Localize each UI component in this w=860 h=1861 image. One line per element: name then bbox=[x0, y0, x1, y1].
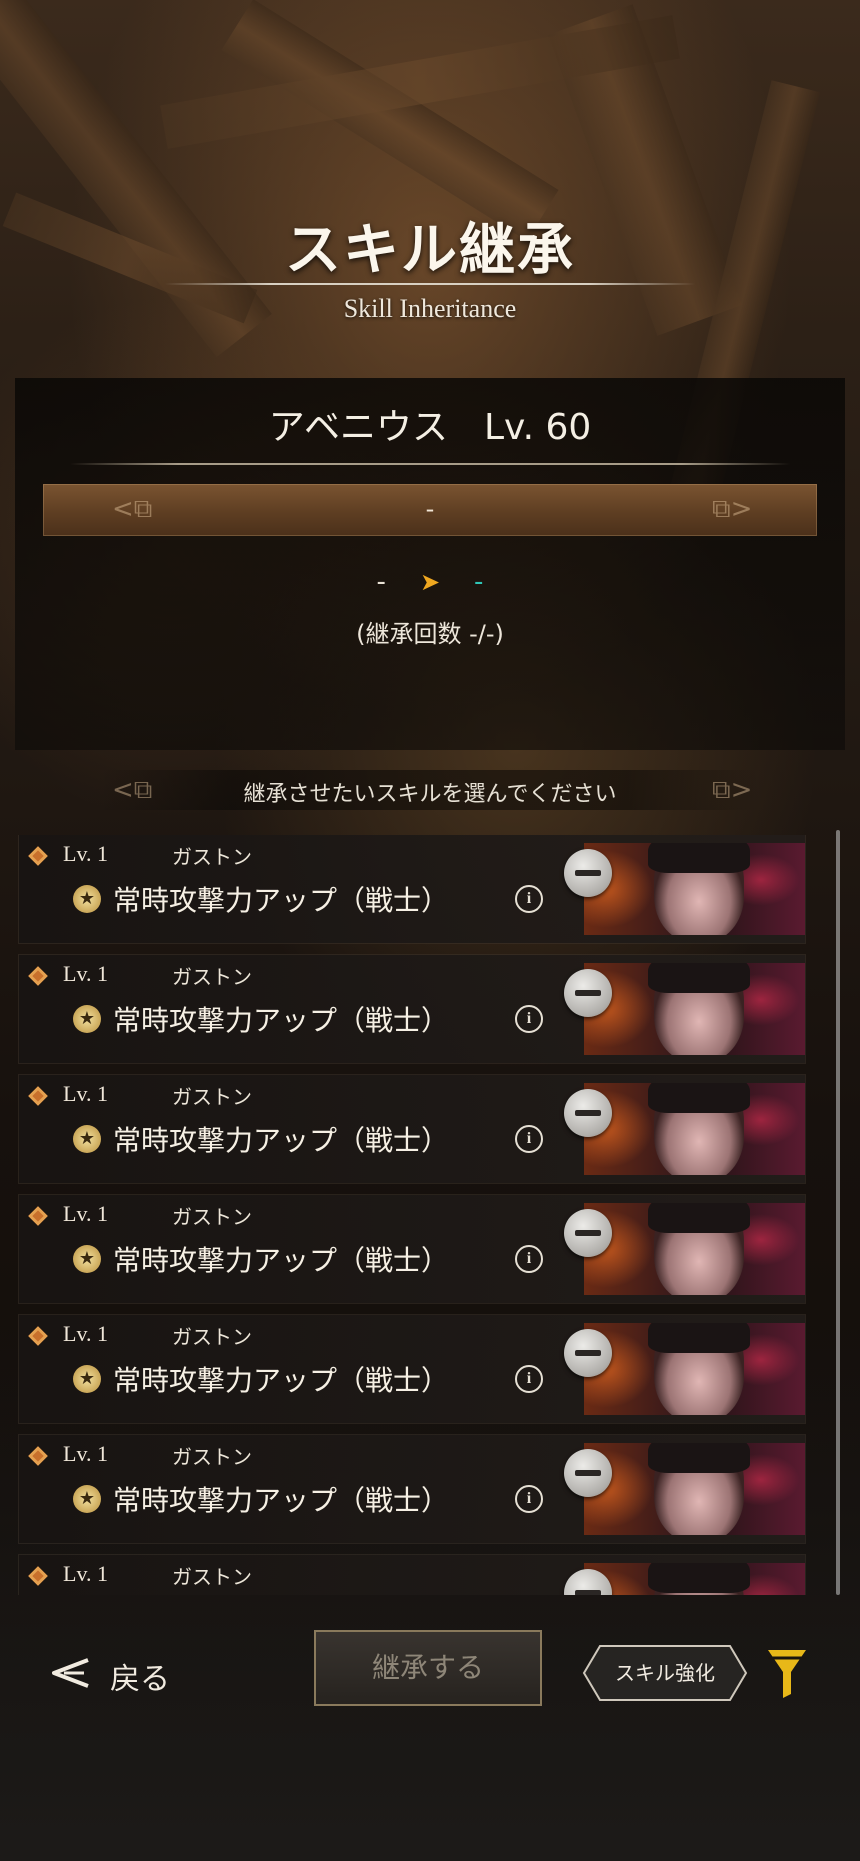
skill-row[interactable]: Lv. 1 ガストン ★ 常時攻撃力アップ（戦士） i bbox=[19, 955, 805, 1063]
character-portrait bbox=[584, 1323, 805, 1415]
star-icon: ★ bbox=[73, 1245, 101, 1273]
skill-row[interactable]: Lv. 1 ガストン ★ 常時攻撃力アップ（戦士） i bbox=[19, 1195, 805, 1303]
transfer-indicator: - ➤ - bbox=[0, 567, 860, 597]
info-icon[interactable]: i bbox=[515, 885, 543, 913]
level-gem-icon bbox=[28, 1446, 48, 1466]
minus-icon[interactable] bbox=[564, 1089, 612, 1137]
minus-icon[interactable] bbox=[564, 849, 612, 897]
inheritance-count: (継承回数 -/-) bbox=[356, 620, 504, 648]
back-arrow-icon bbox=[52, 1658, 89, 1688]
transfer-from: - bbox=[376, 567, 386, 597]
skill-owner: ガストン bbox=[172, 1445, 252, 1469]
skill-owner: ガストン bbox=[172, 845, 252, 869]
skill-name: 常時攻撃力アップ（戦士） bbox=[113, 1484, 450, 1517]
back-label: 戻る bbox=[110, 1662, 170, 1697]
star-icon: ★ bbox=[73, 1485, 101, 1513]
star-icon: ★ bbox=[73, 1005, 101, 1033]
skill-owner: ガストン bbox=[172, 1565, 252, 1589]
page-subtitle: Skill Inheritance bbox=[343, 294, 517, 323]
skill-level: Lv. 1 bbox=[63, 841, 109, 866]
character-portrait bbox=[584, 1563, 805, 1595]
skill-name: 常時攻撃力アップ（戦士） bbox=[113, 1244, 450, 1277]
character-portrait bbox=[584, 963, 805, 1055]
skill-name: 常時攻撃力アップ（戦士） bbox=[113, 1364, 450, 1397]
skill-row[interactable]: Lv. 1 ガストン ★ 常時攻撃力アップ（戦士） i bbox=[19, 1315, 805, 1423]
info-icon[interactable]: i bbox=[515, 1245, 543, 1273]
selected-skill-text: - bbox=[425, 495, 435, 523]
character-portrait bbox=[584, 1443, 805, 1535]
skill-level: Lv. 1 bbox=[63, 961, 109, 986]
title-divider bbox=[165, 283, 695, 285]
level-gem-icon bbox=[28, 846, 48, 866]
list-scrollbar[interactable] bbox=[836, 830, 840, 1595]
skill-owner: ガストン bbox=[172, 1325, 252, 1349]
level-gem-icon bbox=[28, 1326, 48, 1346]
page-title: スキル継承 bbox=[285, 218, 575, 283]
skill-name: 常時攻撃力アップ（戦士） bbox=[113, 884, 450, 917]
skill-owner: ガストン bbox=[172, 1085, 252, 1109]
skill-level: Lv. 1 bbox=[63, 1201, 109, 1226]
info-icon[interactable]: i bbox=[515, 1125, 543, 1153]
star-icon: ★ bbox=[73, 885, 101, 913]
inherit-button[interactable]: 継承する bbox=[314, 1630, 542, 1706]
skill-level: Lv. 1 bbox=[63, 1321, 109, 1346]
skill-row[interactable]: Lv. 1 ガストン ★ 常時攻撃力アップ（戦士） i bbox=[19, 835, 805, 943]
minus-icon[interactable] bbox=[564, 1449, 612, 1497]
skill-list[interactable]: Lv. 1 ガストン ★ 常時攻撃力アップ（戦士） i Lv. 1 ガストン ★… bbox=[15, 835, 815, 1595]
instruction-text: 継承させたいスキルを選んでください bbox=[243, 782, 617, 807]
transfer-to: - bbox=[474, 567, 484, 597]
level-gem-icon bbox=[28, 1086, 48, 1106]
skill-enhance-label: スキル強化 bbox=[615, 1661, 715, 1685]
transfer-arrow-icon: ➤ bbox=[419, 568, 441, 596]
skill-name: 常時攻撃力アップ（戦士） bbox=[113, 1004, 450, 1037]
minus-icon[interactable] bbox=[564, 1209, 612, 1257]
skill-owner: ガストン bbox=[172, 1205, 252, 1229]
star-icon: ★ bbox=[73, 1125, 101, 1153]
skill-owner: ガストン bbox=[172, 965, 252, 989]
character-name-level: アベニウス Lv. 60 bbox=[268, 407, 592, 448]
character-portrait bbox=[584, 1203, 805, 1295]
skill-name: 常時攻撃力アップ（戦士） bbox=[113, 1124, 450, 1157]
character-portrait bbox=[584, 1083, 805, 1175]
skill-enhance-button[interactable]: スキル強化 bbox=[582, 1644, 748, 1702]
level-gem-icon bbox=[28, 1206, 48, 1226]
skill-row[interactable]: Lv. 1 ガストン bbox=[19, 1555, 805, 1595]
skill-level: Lv. 1 bbox=[63, 1561, 109, 1586]
level-gem-icon bbox=[28, 966, 48, 986]
info-icon[interactable]: i bbox=[515, 1365, 543, 1393]
character-portrait bbox=[584, 843, 805, 935]
info-icon[interactable]: i bbox=[515, 1485, 543, 1513]
minus-icon[interactable] bbox=[564, 1329, 612, 1377]
panel-divider bbox=[70, 463, 790, 465]
info-icon[interactable]: i bbox=[515, 1005, 543, 1033]
skill-level: Lv. 1 bbox=[63, 1081, 109, 1106]
minus-icon[interactable] bbox=[564, 969, 612, 1017]
skill-level: Lv. 1 bbox=[63, 1441, 109, 1466]
skill-row[interactable]: Lv. 1 ガストン ★ 常時攻撃力アップ（戦士） i bbox=[19, 1435, 805, 1543]
skill-row[interactable]: Lv. 1 ガストン ★ 常時攻撃力アップ（戦士） i bbox=[19, 1075, 805, 1183]
level-gem-icon bbox=[28, 1566, 48, 1586]
star-icon: ★ bbox=[73, 1365, 101, 1393]
filter-icon[interactable] bbox=[766, 1646, 808, 1700]
